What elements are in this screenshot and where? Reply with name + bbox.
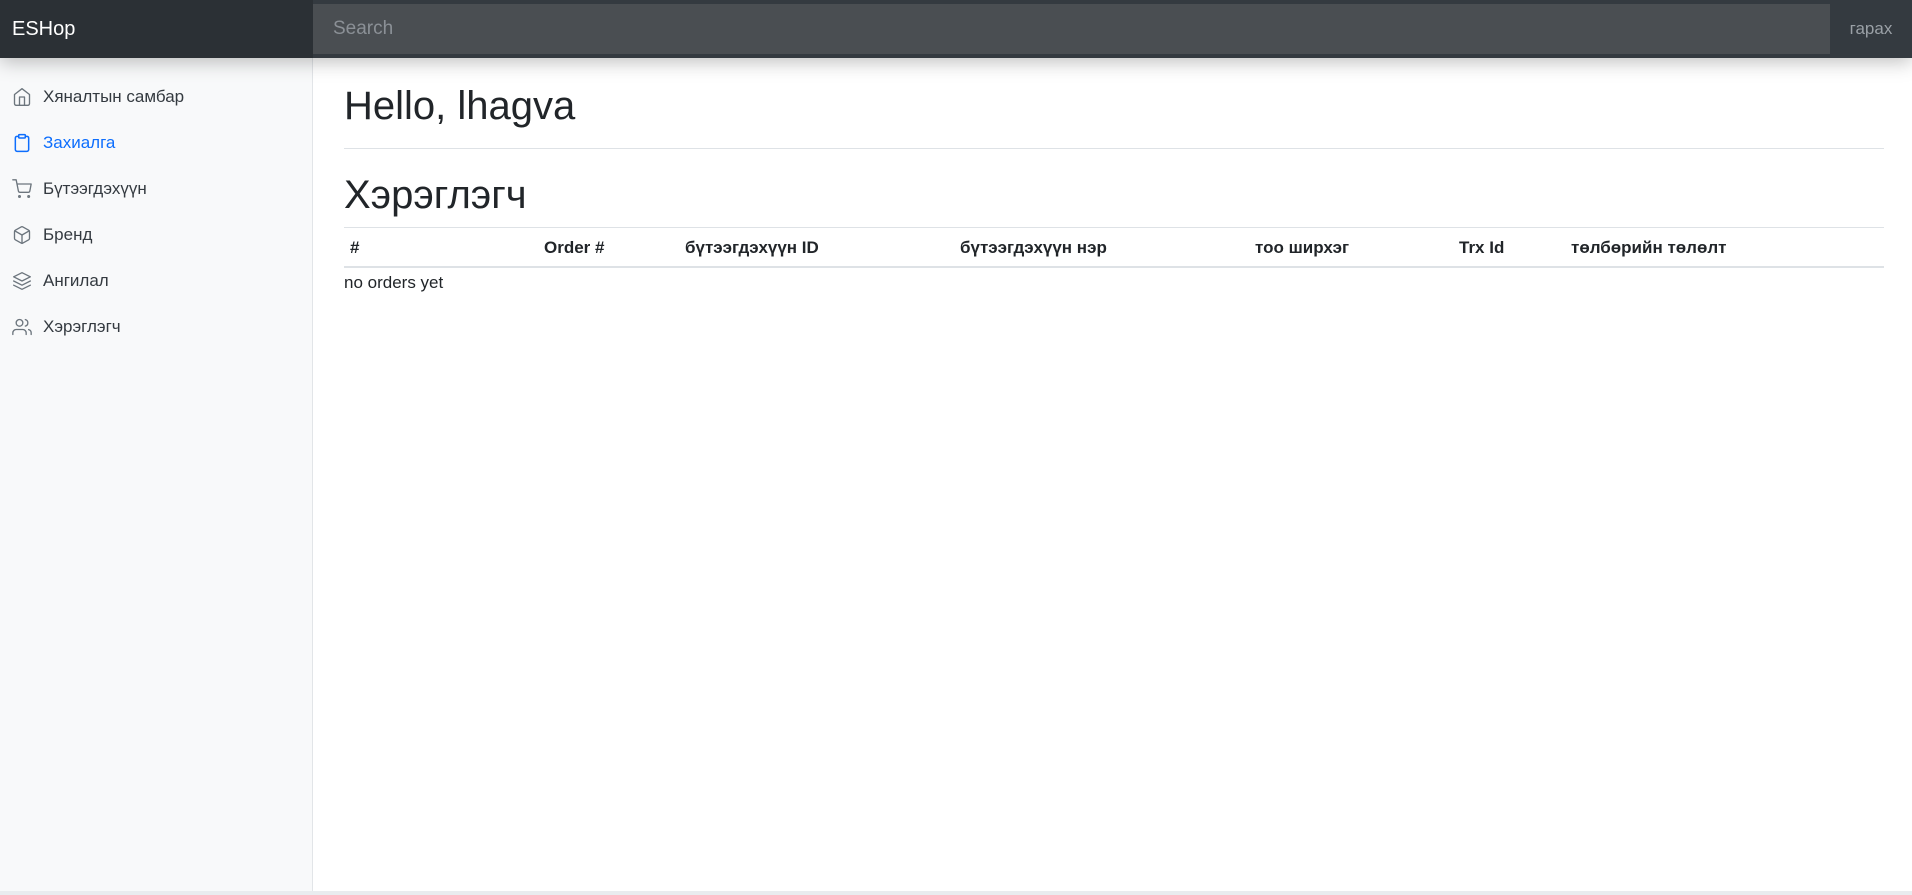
sidebar: Хяналтын самбар Захиалга Бүтээгдэхүүн Бр… [0, 58, 313, 891]
users-icon [12, 317, 32, 337]
sidebar-item-users[interactable]: Хэрэглэгч [0, 304, 312, 350]
section-title: Хэрэглэгч [344, 173, 527, 217]
bottom-divider [0, 891, 1912, 895]
box-icon [12, 225, 32, 245]
top-navbar: ESHop гарах [0, 0, 1912, 58]
search-input[interactable] [313, 4, 1830, 54]
sidebar-item-label: Бренд [43, 225, 93, 244]
main-content: Hello, lhagva Хэрэглэгч # Order # бүтээг… [344, 58, 1884, 298]
column-header-quantity: тоо ширхэг [1249, 227, 1453, 268]
column-header-order-number: Order # [538, 227, 679, 268]
sidebar-item-orders[interactable]: Захиалга [0, 120, 312, 166]
layers-icon [12, 271, 32, 291]
column-header-payment: төлбөрийн төлөлт [1565, 227, 1884, 268]
signout-link[interactable]: гарах [1830, 19, 1912, 39]
table-row: no orders yet [344, 267, 1884, 298]
sidebar-item-label: Хяналтын самбар [43, 87, 185, 106]
cart-icon [12, 179, 32, 199]
sidebar-item-label: Бүтээгдэхүүн [43, 179, 147, 198]
greeting-heading: Hello, lhagva [344, 82, 1884, 149]
sidebar-item-label: Хэрэглэгч [43, 317, 121, 336]
empty-message: no orders yet [344, 273, 444, 292]
column-header-product-name: бүтээгдэхүүн нэр [954, 227, 1249, 268]
column-header-index: # [344, 227, 538, 268]
orders-table: # Order # бүтээгдэхүүн ID бүтээгдэхүүн н… [344, 227, 1884, 298]
sidebar-item-brand[interactable]: Бренд [0, 212, 312, 258]
sidebar-item-label: Ангилал [43, 271, 109, 290]
table-header-row: # Order # бүтээгдэхүүн ID бүтээгдэхүүн н… [344, 227, 1884, 268]
column-header-trx-id: Trx Id [1453, 227, 1565, 268]
sidebar-item-products[interactable]: Бүтээгдэхүүн [0, 166, 312, 212]
sidebar-item-label: Захиалга [43, 133, 116, 152]
column-header-product-id: бүтээгдэхүүн ID [679, 227, 954, 268]
sidebar-item-dashboard[interactable]: Хяналтын самбар [0, 74, 312, 120]
brand-logo[interactable]: ESHop [0, 0, 313, 58]
home-icon [12, 87, 32, 107]
clipboard-icon [12, 133, 32, 153]
sidebar-item-category[interactable]: Ангилал [0, 258, 312, 304]
